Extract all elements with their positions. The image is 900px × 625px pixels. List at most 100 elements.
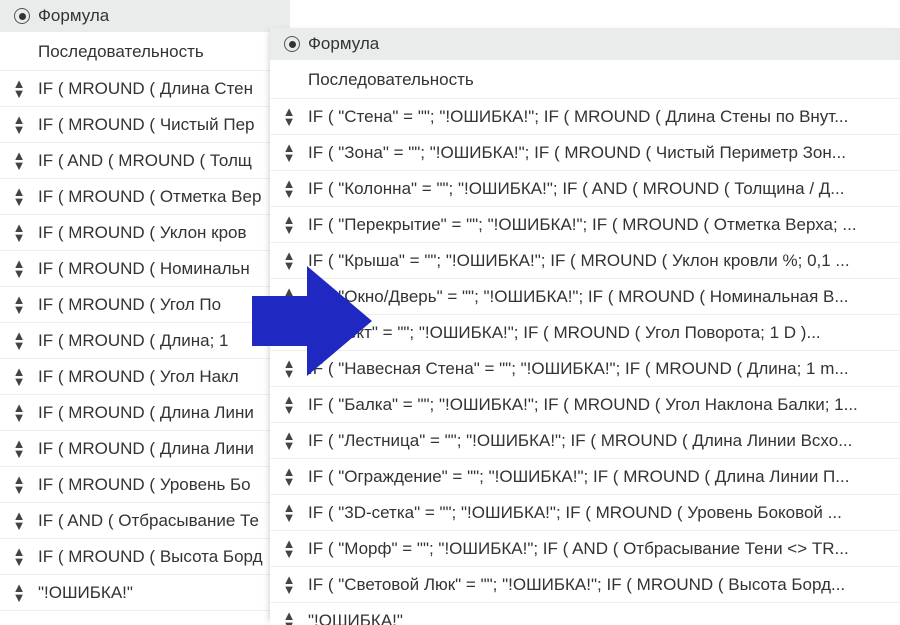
right-formula-cell[interactable]: "!ОШИБКА!" — [300, 611, 888, 625]
left-column-header[interactable]: Последовательность — [0, 32, 290, 70]
right-panel-title: Формула — [308, 34, 379, 54]
left-rows-container: ▲▼IF ( MROUND ( Длина Стен▲▼IF ( MROUND … — [0, 70, 290, 611]
sort-handle-icon[interactable]: ▲▼ — [278, 177, 300, 200]
right-column-header[interactable]: Последовательность — [270, 60, 900, 98]
sort-handle-icon[interactable]: ▲▼ — [8, 473, 30, 496]
left-row[interactable]: ▲▼IF ( MROUND ( Длина Лини — [0, 394, 290, 430]
left-formula-cell[interactable]: IF ( MROUND ( Номинальн — [30, 259, 286, 279]
left-row[interactable]: ▲▼IF ( MROUND ( Уклон кров — [0, 214, 290, 250]
left-row[interactable]: ▲▼"!ОШИБКА!" — [0, 574, 290, 611]
left-row[interactable]: ▲▼IF ( MROUND ( Длина Лини — [0, 430, 290, 466]
sort-handle-icon[interactable]: ▲▼ — [278, 213, 300, 236]
left-row[interactable]: ▲▼IF ( AND ( MROUND ( Толщ — [0, 142, 290, 178]
left-formula-cell[interactable]: IF ( MROUND ( Уровень Бо — [30, 475, 286, 495]
sort-handle-icon[interactable]: ▲▼ — [8, 437, 30, 460]
sort-handle-icon[interactable]: ▲▼ — [8, 149, 30, 172]
sort-handle-icon[interactable]: ▲▼ — [278, 357, 300, 380]
right-formula-cell[interactable]: IF ( "Колонна" = ""; "!ОШИБКА!"; IF ( AN… — [300, 179, 888, 199]
sort-handle-icon[interactable]: ▲▼ — [278, 285, 300, 308]
right-panel-header: Формула — [270, 28, 900, 60]
right-formula-cell[interactable]: IF ( "Крыша" = ""; "!ОШИБКА!"; IF ( MROU… — [300, 251, 888, 271]
right-formula-cell[interactable]: IF ( "Стена" = ""; "!ОШИБКА!"; IF ( MROU… — [300, 107, 888, 127]
left-row[interactable]: ▲▼IF ( MROUND ( Уровень Бо — [0, 466, 290, 502]
left-row[interactable]: ▲▼IF ( AND ( Отбрасывание Те — [0, 502, 290, 538]
left-row[interactable]: ▲▼IF ( MROUND ( Длина Стен — [0, 70, 290, 106]
right-row[interactable]: ▲▼IF ( "Световой Люк" = ""; "!ОШИБКА!"; … — [270, 566, 900, 602]
left-formula-cell[interactable]: IF ( MROUND ( Угол По — [30, 295, 286, 315]
right-row[interactable]: ▲▼IF ( "Навесная Стена" = ""; "!ОШИБКА!"… — [270, 350, 900, 386]
sort-handle-icon[interactable]: ▲▼ — [278, 537, 300, 560]
sort-handle-icon[interactable]: ▲▼ — [278, 249, 300, 272]
right-row[interactable]: ▲▼IF ( "3D-сетка" = ""; "!ОШИБКА!"; IF (… — [270, 494, 900, 530]
left-row[interactable]: ▲▼IF ( MROUND ( Чистый Пер — [0, 106, 290, 142]
right-formula-cell[interactable]: IF ( "Навесная Стена" = ""; "!ОШИБКА!"; … — [300, 359, 888, 379]
sort-handle-icon[interactable]: ▲▼ — [278, 465, 300, 488]
left-panel-header: Формула — [0, 0, 290, 32]
sort-handle-icon[interactable]: ▲▼ — [8, 185, 30, 208]
left-panel: Формула Последовательность ▲▼IF ( MROUND… — [0, 0, 290, 625]
sort-handle-icon[interactable]: ▲▼ — [278, 609, 300, 625]
sort-handle-icon[interactable]: ▲▼ — [8, 221, 30, 244]
right-formula-cell[interactable]: IF ( "Световой Люк" = ""; "!ОШИБКА!"; IF… — [300, 575, 888, 595]
right-row[interactable]: ▲▼IF ( "Крыша" = ""; "!ОШИБКА!"; IF ( MR… — [270, 242, 900, 278]
sort-handle-icon[interactable]: ▲▼ — [8, 257, 30, 280]
left-row[interactable]: ▲▼IF ( MROUND ( Отметка Вер — [0, 178, 290, 214]
left-formula-cell[interactable]: IF ( MROUND ( Длина Лини — [30, 439, 286, 459]
sort-handle-icon[interactable]: ▲▼ — [8, 545, 30, 568]
left-formula-cell[interactable]: IF ( MROUND ( Чистый Пер — [30, 115, 286, 135]
left-panel-title: Формула — [38, 6, 109, 26]
right-row[interactable]: ▲▼IF ( "Балка" = ""; "!ОШИБКА!"; IF ( MR… — [270, 386, 900, 422]
sort-handle-icon[interactable]: ▲▼ — [8, 509, 30, 532]
right-formula-cell[interactable]: IF ( "Балка" = ""; "!ОШИБКА!"; IF ( MROU… — [300, 395, 888, 415]
left-row[interactable]: ▲▼IF ( MROUND ( Угол Накл — [0, 358, 290, 394]
right-row[interactable]: ▲▼IF ( "Колонна" = ""; "!ОШИБКА!"; IF ( … — [270, 170, 900, 206]
right-formula-cell[interactable]: IF ( "Лестница" = ""; "!ОШИБКА!"; IF ( M… — [300, 431, 888, 451]
left-row[interactable]: ▲▼IF ( MROUND ( Высота Борд — [0, 538, 290, 574]
right-formula-cell[interactable]: "Объект" = ""; "!ОШИБКА!"; IF ( MROUND (… — [300, 323, 888, 343]
sort-handle-icon[interactable]: ▲▼ — [8, 365, 30, 388]
right-row[interactable]: ▲▼IF ( "Стена" = ""; "!ОШИБКА!"; IF ( MR… — [270, 98, 900, 134]
right-formula-cell[interactable]: IF ( "Ограждение" = ""; "!ОШИБКА!"; IF (… — [300, 467, 888, 487]
left-formula-cell[interactable]: IF ( MROUND ( Уклон кров — [30, 223, 286, 243]
left-row[interactable]: ▲▼IF ( MROUND ( Длина; 1 — [0, 322, 290, 358]
left-row[interactable]: ▲▼IF ( MROUND ( Угол По — [0, 286, 290, 322]
sort-handle-icon[interactable]: ▲▼ — [278, 321, 300, 344]
right-row[interactable]: ▲▼IF ( "Перекрытие" = ""; "!ОШИБКА!"; IF… — [270, 206, 900, 242]
left-formula-cell[interactable]: IF ( MROUND ( Высота Борд — [30, 547, 286, 567]
right-formula-cell[interactable]: IF ( "Перекрытие" = ""; "!ОШИБКА!"; IF (… — [300, 215, 888, 235]
left-row[interactable]: ▲▼IF ( MROUND ( Номинальн — [0, 250, 290, 286]
right-row[interactable]: ▲▼"!ОШИБКА!" — [270, 602, 900, 625]
right-formula-cell[interactable]: IF ( "3D-сетка" = ""; "!ОШИБКА!"; IF ( M… — [300, 503, 888, 523]
left-formula-cell[interactable]: IF ( AND ( Отбрасывание Те — [30, 511, 286, 531]
left-formula-cell[interactable]: IF ( MROUND ( Угол Накл — [30, 367, 286, 387]
right-row[interactable]: ▲▼IF ( "Ограждение" = ""; "!ОШИБКА!"; IF… — [270, 458, 900, 494]
sort-handle-icon[interactable]: ▲▼ — [278, 105, 300, 128]
sort-handle-icon[interactable]: ▲▼ — [278, 573, 300, 596]
radio-selected-icon[interactable] — [284, 36, 300, 52]
left-formula-cell[interactable]: IF ( AND ( MROUND ( Толщ — [30, 151, 286, 171]
right-row[interactable]: ▲▼IF ( "Зона" = ""; "!ОШИБКА!"; IF ( MRO… — [270, 134, 900, 170]
right-row[interactable]: ▲▼IF ( "Окно/Дверь" = ""; "!ОШИБКА!"; IF… — [270, 278, 900, 314]
right-formula-cell[interactable]: IF ( "Окно/Дверь" = ""; "!ОШИБКА!"; IF (… — [300, 287, 888, 307]
right-row[interactable]: ▲▼"Объект" = ""; "!ОШИБКА!"; IF ( MROUND… — [270, 314, 900, 350]
left-formula-cell[interactable]: IF ( MROUND ( Длина Стен — [30, 79, 286, 99]
right-row[interactable]: ▲▼IF ( "Морф" = ""; "!ОШИБКА!"; IF ( AND… — [270, 530, 900, 566]
left-formula-cell[interactable]: IF ( MROUND ( Длина Лини — [30, 403, 286, 423]
sort-handle-icon[interactable]: ▲▼ — [278, 501, 300, 524]
sort-handle-icon[interactable]: ▲▼ — [278, 393, 300, 416]
right-row[interactable]: ▲▼IF ( "Лестница" = ""; "!ОШИБКА!"; IF (… — [270, 422, 900, 458]
sort-handle-icon[interactable]: ▲▼ — [8, 329, 30, 352]
left-formula-cell[interactable]: "!ОШИБКА!" — [30, 583, 286, 603]
sort-handle-icon[interactable]: ▲▼ — [8, 77, 30, 100]
sort-handle-icon[interactable]: ▲▼ — [8, 581, 30, 604]
sort-handle-icon[interactable]: ▲▼ — [8, 113, 30, 136]
radio-selected-icon[interactable] — [14, 8, 30, 24]
right-formula-cell[interactable]: IF ( "Морф" = ""; "!ОШИБКА!"; IF ( AND (… — [300, 539, 888, 559]
sort-handle-icon[interactable]: ▲▼ — [278, 429, 300, 452]
left-formula-cell[interactable]: IF ( MROUND ( Длина; 1 — [30, 331, 286, 351]
left-formula-cell[interactable]: IF ( MROUND ( Отметка Вер — [30, 187, 286, 207]
sort-handle-icon[interactable]: ▲▼ — [278, 141, 300, 164]
right-formula-cell[interactable]: IF ( "Зона" = ""; "!ОШИБКА!"; IF ( MROUN… — [300, 143, 888, 163]
sort-handle-icon[interactable]: ▲▼ — [8, 293, 30, 316]
sort-handle-icon[interactable]: ▲▼ — [8, 401, 30, 424]
